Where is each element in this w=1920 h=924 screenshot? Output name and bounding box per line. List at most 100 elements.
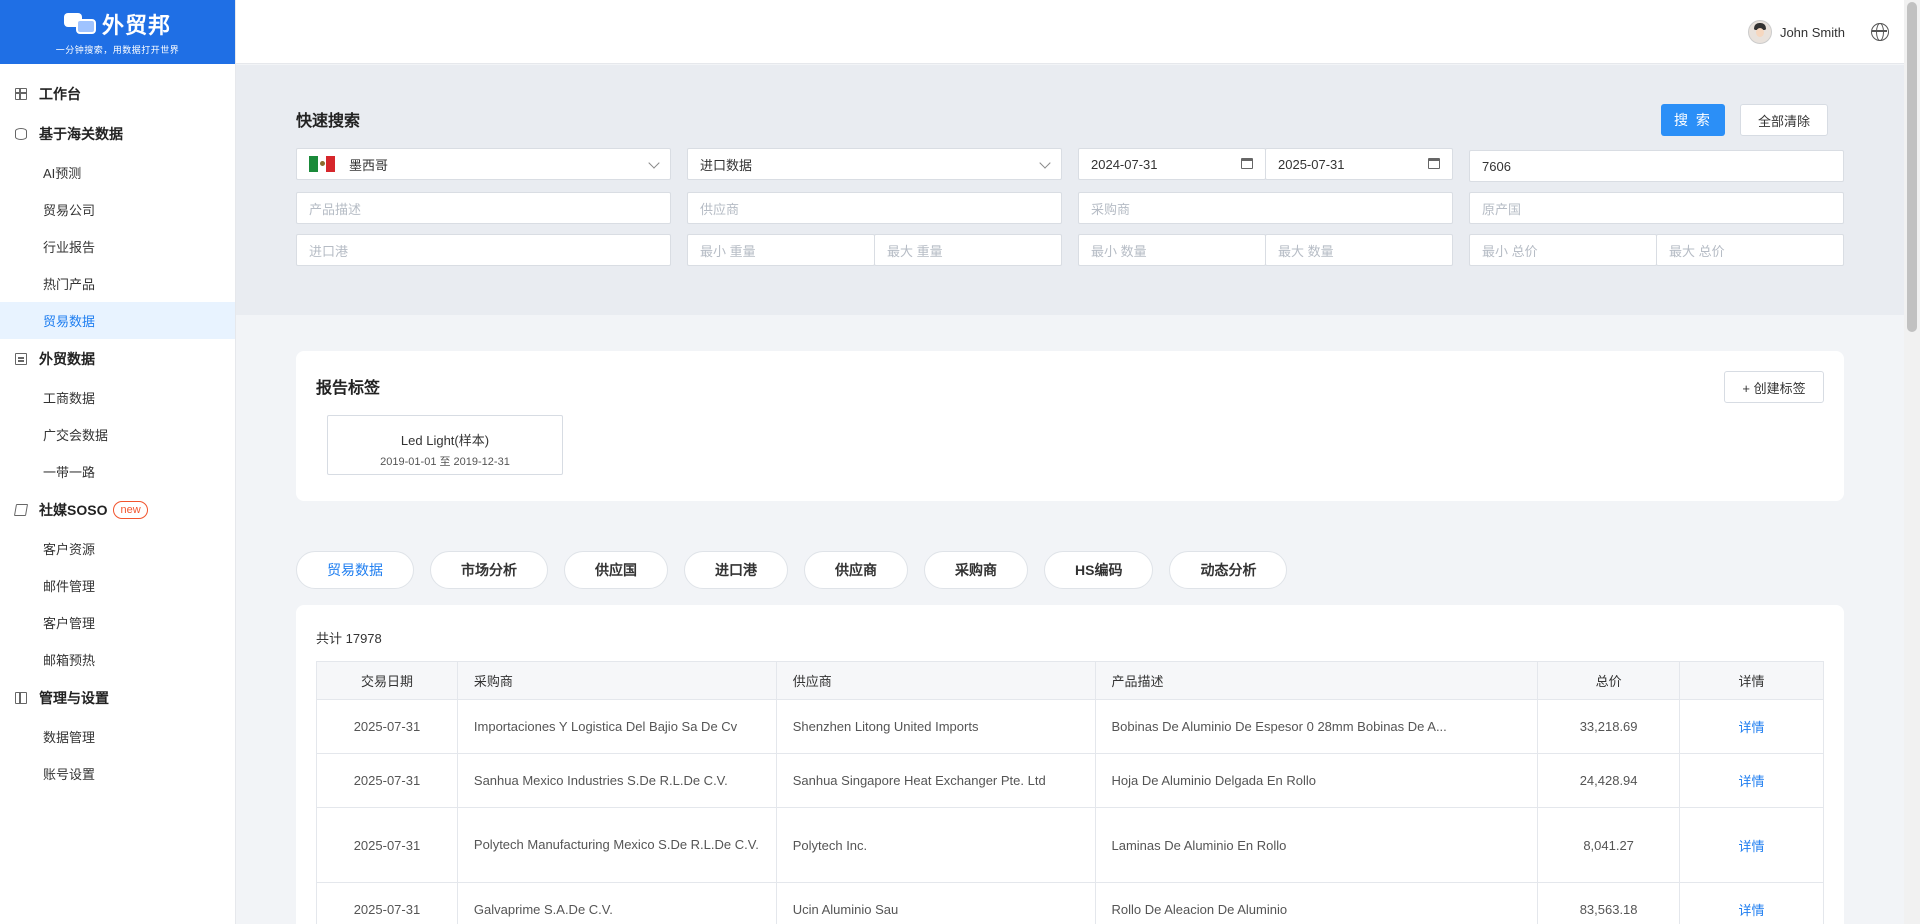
cell-supplier[interactable]: Sanhua Singapore Heat Exchanger Pte. Ltd: [775, 753, 1096, 808]
cell-buyer[interactable]: Sanhua Mexico Industries S.De R.L.De C.V…: [456, 753, 777, 808]
brand-logo[interactable]: 外贸邦 一分钟搜索，用数据打开世界: [0, 0, 235, 64]
cell-product: Hoja De Aluminio Delgada En Rollo: [1094, 753, 1539, 808]
tab-import-ports[interactable]: 进口港: [684, 551, 788, 589]
min-price-input[interactable]: 最小 总价: [1469, 234, 1657, 266]
sidebar-item-data-management[interactable]: 数据管理: [0, 718, 235, 755]
tab-suppliers[interactable]: 供应商: [804, 551, 908, 589]
layout-icon: [15, 692, 27, 704]
data-type-select[interactable]: 进口数据: [687, 148, 1062, 180]
cell-total-price: 24,428.94: [1537, 753, 1681, 808]
details-link[interactable]: 详情: [1679, 882, 1824, 924]
date-start-field[interactable]: 2024-07-31: [1078, 148, 1266, 180]
column-header-date[interactable]: 交易日期: [316, 661, 458, 700]
report-tag[interactable]: Led Light(样本) 2019-01-01 至 2019-12-31: [327, 415, 563, 475]
mexico-flag-icon: [309, 156, 336, 172]
tab-trade-data[interactable]: 贸易数据: [296, 551, 414, 589]
cell-date: 2025-07-31: [316, 882, 458, 924]
sidebar-item-belt-road[interactable]: 一带一路: [0, 453, 235, 490]
table-row: 2025-07-31 Polytech Manufacturing Mexico…: [316, 807, 1824, 883]
cell-total-price: 83,563.18: [1537, 882, 1681, 924]
sidebar-group-social[interactable]: 社媒SOSO new: [0, 490, 235, 530]
create-tag-button[interactable]: + 创建标签: [1724, 371, 1824, 403]
cell-supplier[interactable]: Shenzhen Litong United Imports: [775, 699, 1096, 754]
globe-icon[interactable]: [1871, 23, 1889, 41]
sidebar-group-foreign-trade[interactable]: 外贸数据: [0, 339, 235, 379]
buyer-input[interactable]: 采购商: [1078, 192, 1453, 224]
sidebar-item-mailbox-warmup[interactable]: 邮箱预热: [0, 641, 235, 678]
country-value: 墨西哥: [349, 157, 389, 173]
max-price-input[interactable]: 最大 总价: [1656, 234, 1844, 266]
supplier-input[interactable]: 供应商: [687, 192, 1062, 224]
database-icon: [15, 128, 27, 140]
tab-market-analysis[interactable]: 市场分析: [430, 551, 548, 589]
column-header-buyer[interactable]: 采购商: [456, 661, 777, 700]
avatar: [1747, 20, 1772, 44]
chat-bubbles-icon: [63, 13, 98, 35]
sidebar-group-workbench[interactable]: 工作台: [0, 74, 235, 114]
country-select[interactable]: 墨西哥: [296, 148, 671, 180]
sidebar-item-trade-data[interactable]: 贸易数据: [0, 302, 235, 339]
sidebar-item-hot-products[interactable]: 热门产品: [0, 265, 235, 302]
trade-data-table: 交易日期 采购商 供应商 产品描述 总价 详情 2025-07-31 Impor…: [316, 661, 1824, 924]
cell-buyer[interactable]: Galvaprime S.A.De C.V.: [456, 882, 777, 924]
sidebar-item-account-settings[interactable]: 账号设置: [0, 755, 235, 792]
tab-dynamic-analysis[interactable]: 动态分析: [1169, 551, 1288, 589]
cell-date: 2025-07-31: [316, 807, 458, 883]
cell-date: 2025-07-31: [316, 753, 458, 808]
sidebar-item-ai-forecast[interactable]: AI预测: [0, 154, 235, 191]
sidebar-item-industry-reports[interactable]: 行业报告: [0, 228, 235, 265]
cell-product: Bobinas De Aluminio De Espesor 0 28mm Bo…: [1094, 699, 1539, 754]
user-name: John Smith: [1779, 24, 1845, 40]
edit-icon: [13, 504, 29, 516]
column-header-total-price[interactable]: 总价: [1537, 661, 1681, 700]
tab-buyers[interactable]: 采购商: [924, 551, 1028, 589]
table-header-row: 交易日期 采购商 供应商 产品描述 总价 详情: [316, 661, 1824, 700]
column-header-details: 详情: [1679, 661, 1824, 700]
quick-search-title: 快速搜索: [296, 113, 361, 130]
brand-slogan: 一分钟搜索，用数据打开世界: [55, 45, 180, 55]
table-row: 2025-07-31 Galvaprime S.A.De C.V. Ucin A…: [316, 882, 1824, 924]
import-port-input[interactable]: 进口港: [296, 234, 671, 266]
report-tag-range: 2019-01-01 至 2019-12-31: [380, 456, 510, 468]
product-description-input[interactable]: 产品描述: [296, 192, 671, 224]
sidebar-item-customer-resources[interactable]: 客户资源: [0, 530, 235, 567]
sidebar-item-canton-fair[interactable]: 广交会数据: [0, 416, 235, 453]
cell-buyer[interactable]: Polytech Manufacturing Mexico S.De R.L.D…: [456, 807, 777, 883]
sidebar-item-customer-management[interactable]: 客户管理: [0, 604, 235, 641]
clear-all-button[interactable]: 全部清除: [1740, 104, 1828, 136]
column-header-product[interactable]: 产品描述: [1094, 661, 1539, 700]
cell-supplier[interactable]: Ucin Aluminio Sau: [775, 882, 1096, 924]
date-end-field[interactable]: 2025-07-31: [1265, 148, 1453, 180]
sidebar-item-business-data[interactable]: 工商数据: [0, 379, 235, 416]
column-header-supplier[interactable]: 供应商: [775, 661, 1096, 700]
cell-product: Rollo De Aleacion De Aluminio: [1094, 882, 1539, 924]
analysis-tabs: 贸易数据 市场分析 供应国 进口港 供应商 采购商 HS编码 动态分析: [296, 551, 1288, 589]
table-row: 2025-07-31 Sanhua Mexico Industries S.De…: [316, 753, 1824, 808]
sidebar-group-customs[interactable]: 基于海关数据: [0, 114, 235, 154]
page-scrollbar[interactable]: [1904, 0, 1920, 924]
scrollbar-thumb[interactable]: [1907, 2, 1917, 332]
calendar-icon: [1241, 158, 1253, 169]
details-link[interactable]: 详情: [1679, 753, 1824, 808]
tab-hs-codes[interactable]: HS编码: [1044, 551, 1154, 589]
chevron-down-icon: [1039, 157, 1051, 169]
user-menu[interactable]: John Smith: [1747, 20, 1845, 44]
details-link[interactable]: 详情: [1679, 807, 1824, 883]
cell-supplier[interactable]: Polytech Inc.: [775, 807, 1096, 883]
tab-supplier-countries[interactable]: 供应国: [564, 551, 668, 589]
details-link[interactable]: 详情: [1679, 699, 1824, 754]
hs-code-input[interactable]: 7606: [1469, 150, 1844, 182]
document-icon: [15, 353, 27, 365]
min-weight-input[interactable]: 最小 重量: [687, 234, 875, 266]
max-quantity-input[interactable]: 最大 数量: [1265, 234, 1453, 266]
chevron-down-icon: [648, 157, 660, 169]
max-weight-input[interactable]: 最大 重量: [874, 234, 1062, 266]
origin-country-input[interactable]: 原产国: [1469, 192, 1844, 224]
cell-buyer[interactable]: Importaciones Y Logistica Del Bajio Sa D…: [456, 699, 777, 754]
min-quantity-input[interactable]: 最小 数量: [1078, 234, 1266, 266]
search-button[interactable]: 搜 索: [1661, 104, 1725, 136]
sidebar-item-trade-companies[interactable]: 贸易公司: [0, 191, 235, 228]
sidebar-item-email-management[interactable]: 邮件管理: [0, 567, 235, 604]
report-tags-title: 报告标签: [316, 380, 381, 397]
sidebar-group-settings[interactable]: 管理与设置: [0, 678, 235, 718]
